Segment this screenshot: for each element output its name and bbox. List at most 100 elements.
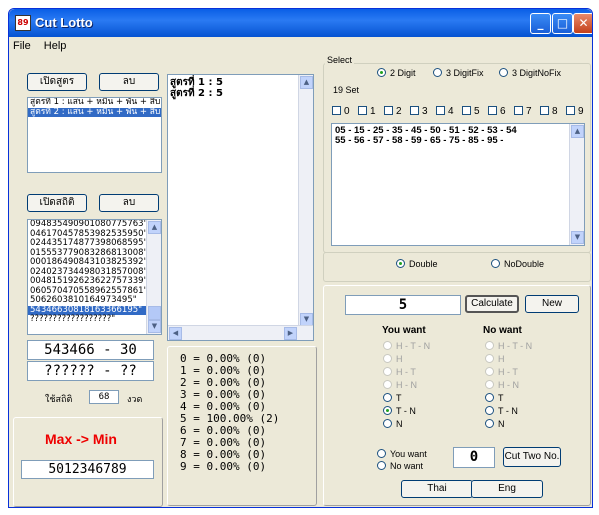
digit-input[interactable]: 5 bbox=[345, 295, 461, 315]
checkbox-4[interactable]: 4 bbox=[436, 106, 454, 117]
you-want-option[interactable]: H - T bbox=[383, 367, 416, 377]
set-result-box[interactable]: 05 - 15 - 25 - 35 - 45 - 50 - 51 - 52 - … bbox=[331, 123, 585, 246]
radio-dot-icon bbox=[396, 259, 405, 268]
menu-file[interactable]: File bbox=[9, 37, 37, 52]
new-button[interactable]: New bbox=[525, 295, 579, 313]
scroll-right-icon[interactable]: ▶ bbox=[284, 327, 297, 340]
radio-dot-icon bbox=[377, 449, 386, 458]
cut-two-no-button[interactable]: Cut Two No. bbox=[503, 447, 561, 467]
radio-dot-icon bbox=[383, 419, 392, 428]
radio-dot-icon bbox=[383, 393, 392, 402]
radio-no-want[interactable]: No want bbox=[377, 461, 423, 471]
radio-dot-icon bbox=[491, 259, 500, 268]
checkbox-1[interactable]: 1 bbox=[358, 106, 376, 117]
scroll-down-icon[interactable]: ▼ bbox=[148, 320, 161, 333]
app-icon[interactable]: 89 bbox=[15, 15, 31, 31]
checkbox-7[interactable]: 7 bbox=[514, 106, 532, 117]
close-button[interactable]: ✕ bbox=[573, 13, 592, 34]
result-next: ?????? - ?? bbox=[27, 361, 154, 381]
radio-dot-icon bbox=[485, 393, 494, 402]
checkbox-6[interactable]: 6 bbox=[488, 106, 506, 117]
you-want-option[interactable]: H - T - N bbox=[383, 341, 430, 351]
checkbox-9[interactable]: 9 bbox=[566, 106, 584, 117]
scroll-left-icon[interactable]: ◀ bbox=[169, 327, 182, 340]
radio-3-digitnofix[interactable]: 3 DigitNoFix bbox=[499, 68, 561, 78]
checkbox-2[interactable]: 2 bbox=[384, 106, 402, 117]
no-want-option[interactable]: T - N bbox=[485, 406, 518, 416]
checkbox-8[interactable]: 8 bbox=[540, 106, 558, 117]
scroll-up-icon[interactable]: ▲ bbox=[148, 221, 161, 234]
delete-stats-button[interactable]: ลบ bbox=[99, 194, 159, 212]
eng-button[interactable]: Eng bbox=[471, 480, 543, 498]
formula-result-box[interactable]: สูตรที่ 1 : 5 สูตรที่ 2 : 5 ▲ ▼ ◀ ▶ bbox=[167, 74, 314, 341]
stats-list-item[interactable]: ??????????????????" bbox=[28, 314, 161, 325]
formula-list[interactable]: สูตรที่ 1 : แสน + หมื่น + พัน + สิบ + สู… bbox=[27, 97, 162, 173]
set-label: 19 Set bbox=[331, 85, 362, 95]
you-want-option[interactable]: H - N bbox=[383, 380, 417, 390]
set-line: 55 - 56 - 57 - 58 - 59 - 65 - 75 - 85 - … bbox=[335, 135, 504, 146]
no-want-option[interactable]: H - N bbox=[485, 380, 519, 390]
radio-dot-icon bbox=[383, 367, 392, 376]
formula-result-vscroll[interactable]: ▲ ▼ bbox=[298, 75, 313, 327]
radio-dot-icon bbox=[383, 354, 392, 363]
radio-dot-icon bbox=[377, 461, 386, 470]
no-want-option[interactable]: H bbox=[485, 354, 505, 364]
you-want-option[interactable]: T bbox=[383, 393, 402, 403]
open-stats-button[interactable]: เปิดสถิติ bbox=[27, 194, 87, 212]
scroll-thumb[interactable] bbox=[148, 306, 161, 320]
menu-bar: File Help bbox=[9, 37, 592, 55]
percent-list: 0 = 0.00% (0) 1 = 0.00% (0) 2 = 0.00% (0… bbox=[180, 353, 279, 473]
formula-list-item-selected[interactable]: สูตรที่ 2 : แสน + หมื่น + พัน + สิบ + bbox=[28, 107, 161, 117]
stats-list[interactable]: 094835490901080775763" 04617045785398253… bbox=[27, 219, 162, 335]
delete-formula-button[interactable]: ลบ bbox=[99, 73, 159, 91]
you-want-option-selected[interactable]: T - N bbox=[383, 406, 416, 416]
no-want-option[interactable]: H - T - N bbox=[485, 341, 532, 351]
radio-double[interactable]: Double bbox=[396, 259, 438, 269]
cut-count-input[interactable]: 0 bbox=[453, 447, 495, 468]
you-want-option[interactable]: H bbox=[383, 354, 403, 364]
max-min-value: 5012346789 bbox=[21, 460, 154, 479]
radio-dot-icon bbox=[485, 380, 494, 389]
radio-dot-icon bbox=[485, 354, 494, 363]
radio-3-digitfix[interactable]: 3 DigitFix bbox=[433, 68, 484, 78]
calculate-button[interactable]: Calculate bbox=[465, 295, 519, 313]
result-current: 543466 - 30 bbox=[27, 340, 154, 360]
window-title: Cut Lotto bbox=[35, 15, 93, 30]
radio-you-want[interactable]: You want bbox=[377, 449, 427, 459]
scroll-up-icon[interactable]: ▲ bbox=[571, 125, 584, 138]
select-label: Select bbox=[325, 55, 355, 65]
formula-result-hscroll[interactable]: ◀ ▶ bbox=[168, 325, 313, 340]
maximize-button[interactable]: □ bbox=[552, 13, 573, 34]
radio-dot-icon bbox=[377, 68, 386, 77]
thai-button[interactable]: Thai bbox=[401, 480, 473, 498]
scroll-down-icon[interactable]: ▼ bbox=[571, 231, 584, 244]
scroll-up-icon[interactable]: ▲ bbox=[300, 76, 313, 89]
period-label: งวด bbox=[127, 395, 143, 405]
checkbox-3[interactable]: 3 bbox=[410, 106, 428, 117]
radio-dot-icon bbox=[485, 419, 494, 428]
max-min-label: Max -> Min bbox=[45, 431, 117, 447]
no-want-title: No want bbox=[483, 325, 522, 336]
minimize-button[interactable]: _ bbox=[530, 13, 551, 34]
radio-nodouble[interactable]: NoDouble bbox=[491, 259, 544, 269]
formula-line: สูตรที่ 1 : 5 bbox=[170, 77, 223, 88]
double-group bbox=[323, 252, 591, 282]
open-formula-button[interactable]: เปิดสูตร bbox=[27, 73, 87, 91]
set-result-scrollbar[interactable]: ▲ ▼ bbox=[569, 124, 584, 245]
no-want-option[interactable]: N bbox=[485, 419, 505, 429]
radio-dot-icon bbox=[433, 68, 442, 77]
stats-list-scrollbar[interactable]: ▲ ▼ bbox=[146, 220, 161, 334]
checkbox-5[interactable]: 5 bbox=[462, 106, 480, 117]
checkbox-0[interactable]: 0 bbox=[332, 106, 350, 117]
no-want-option[interactable]: H - T bbox=[485, 367, 518, 377]
use-stats-label: ใช้สถิติ bbox=[45, 395, 73, 405]
you-want-option[interactable]: N bbox=[383, 419, 403, 429]
use-stats-input[interactable]: 68 bbox=[89, 390, 119, 404]
you-want-title: You want bbox=[382, 325, 426, 336]
title-bar[interactable]: 89 Cut Lotto _ □ ✕ bbox=[9, 9, 592, 37]
radio-dot-icon bbox=[383, 380, 392, 389]
menu-help[interactable]: Help bbox=[40, 37, 73, 52]
radio-2-digit[interactable]: 2 Digit bbox=[377, 68, 416, 78]
radio-dot-icon bbox=[485, 406, 494, 415]
no-want-option[interactable]: T bbox=[485, 393, 504, 403]
